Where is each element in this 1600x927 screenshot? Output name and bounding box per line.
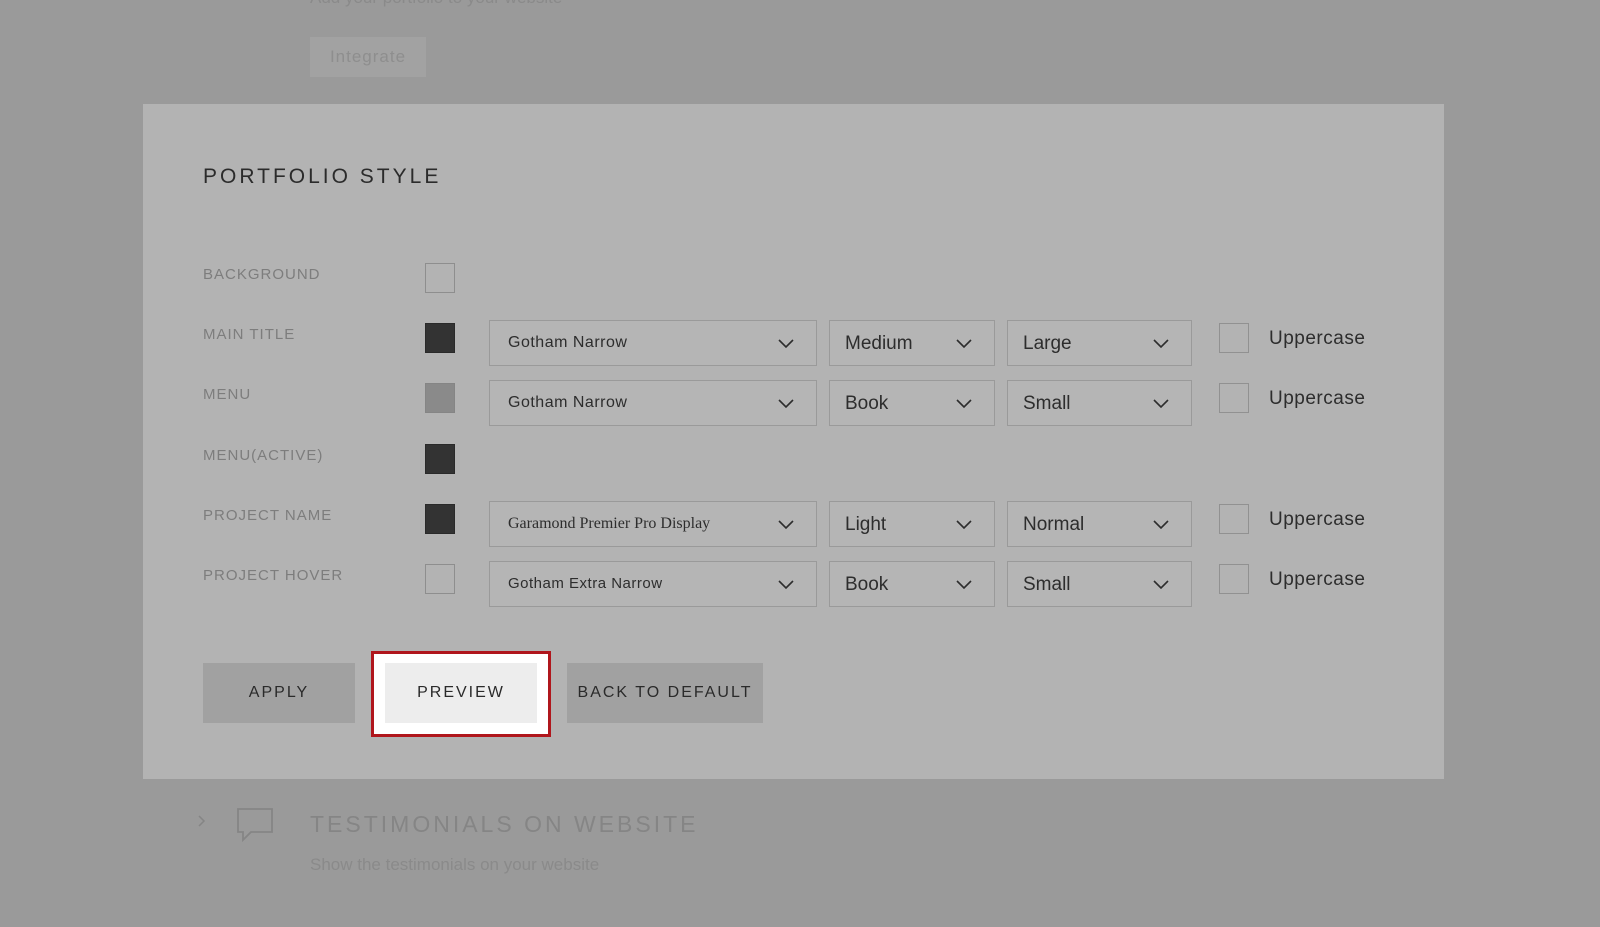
chevron-down-icon (778, 580, 794, 590)
project-hover-uppercase-checkbox[interactable] (1219, 564, 1249, 594)
menu-active-color-swatch[interactable] (425, 444, 455, 474)
integrate-button[interactable]: Integrate (310, 37, 426, 77)
main-title-weight-select[interactable]: Medium (829, 320, 995, 366)
select-value: Large (1023, 333, 1072, 354)
row-label-menu-active: MENU(ACTIVE) (203, 447, 324, 464)
testimonials-section-title: TESTIMONIALS ON WEBSITE (310, 811, 699, 837)
project-name-font-select[interactable]: Garamond Premier Pro Display (489, 501, 817, 547)
main-title-color-swatch[interactable] (425, 323, 455, 353)
row-label-project-name: PROJECT NAME (203, 507, 333, 524)
chevron-down-icon (956, 580, 972, 590)
select-value: Gotham Narrow (508, 334, 628, 351)
main-title-size-select[interactable]: Large (1007, 320, 1192, 366)
select-value: Garamond Premier Pro Display (508, 515, 711, 532)
menu-uppercase-label[interactable]: Uppercase (1269, 388, 1365, 410)
project-hover-color-swatch[interactable] (425, 564, 455, 594)
chevron-down-icon (778, 399, 794, 409)
chevron-down-icon (956, 339, 972, 349)
chevron-down-icon (1153, 580, 1169, 590)
menu-font-select[interactable]: Gotham Narrow (489, 380, 817, 426)
select-value: Gotham Narrow (508, 394, 628, 411)
testimonials-section-subtitle: Show the testimonials on your website (310, 855, 600, 874)
main-title-uppercase-label[interactable]: Uppercase (1269, 328, 1365, 350)
back-to-default-button[interactable]: BACK TO DEFAULT (567, 663, 763, 723)
select-value: Gotham Extra Narrow (508, 575, 663, 592)
row-label-background: BACKGROUND (203, 266, 321, 283)
main-title-uppercase-checkbox[interactable] (1219, 323, 1249, 353)
chat-bubble-icon (237, 808, 273, 843)
chevron-down-icon (956, 399, 972, 409)
row-label-menu: MENU (203, 386, 252, 403)
chevron-down-icon (778, 520, 794, 530)
project-hover-weight-select[interactable]: Book (829, 561, 995, 607)
menu-size-select[interactable]: Small (1007, 380, 1192, 426)
chevron-right-icon[interactable] (196, 815, 208, 827)
chevron-down-icon (778, 339, 794, 349)
select-value: Book (845, 574, 889, 595)
preview-button[interactable]: PREVIEW (385, 663, 537, 723)
row-label-main-title: MAIN TITLE (203, 326, 296, 343)
project-name-uppercase-label[interactable]: Uppercase (1269, 509, 1365, 531)
select-value: Medium (845, 333, 913, 354)
project-name-uppercase-checkbox[interactable] (1219, 504, 1249, 534)
menu-color-swatch[interactable] (425, 383, 455, 413)
select-value: Small (1023, 574, 1071, 595)
modal-title: PORTFOLIO STYLE (203, 165, 442, 188)
select-value: Light (845, 514, 887, 535)
project-name-size-select[interactable]: Normal (1007, 501, 1192, 547)
select-value: Book (845, 393, 889, 414)
apply-button[interactable]: APPLY (203, 663, 355, 723)
select-value: Small (1023, 393, 1071, 414)
background-color-swatch[interactable] (425, 263, 455, 293)
menu-weight-select[interactable]: Book (829, 380, 995, 426)
project-hover-size-select[interactable]: Small (1007, 561, 1192, 607)
portfolio-integration-subtitle: Add your portfolio to your website (310, 0, 562, 8)
chevron-down-icon (956, 520, 972, 530)
chevron-down-icon (1153, 399, 1169, 409)
project-name-color-swatch[interactable] (425, 504, 455, 534)
chevron-down-icon (1153, 520, 1169, 530)
project-hover-font-select[interactable]: Gotham Extra Narrow (489, 561, 817, 607)
project-hover-uppercase-label[interactable]: Uppercase (1269, 569, 1365, 591)
project-name-weight-select[interactable]: Light (829, 501, 995, 547)
row-label-project-hover: PROJECT HOVER (203, 567, 344, 584)
portfolio-style-modal: PORTFOLIO STYLE BACKGROUND MAIN TITLE Go… (143, 104, 1444, 779)
chevron-down-icon (1153, 339, 1169, 349)
menu-uppercase-checkbox[interactable] (1219, 383, 1249, 413)
select-value: Normal (1023, 514, 1085, 535)
main-title-font-select[interactable]: Gotham Narrow (489, 320, 817, 366)
